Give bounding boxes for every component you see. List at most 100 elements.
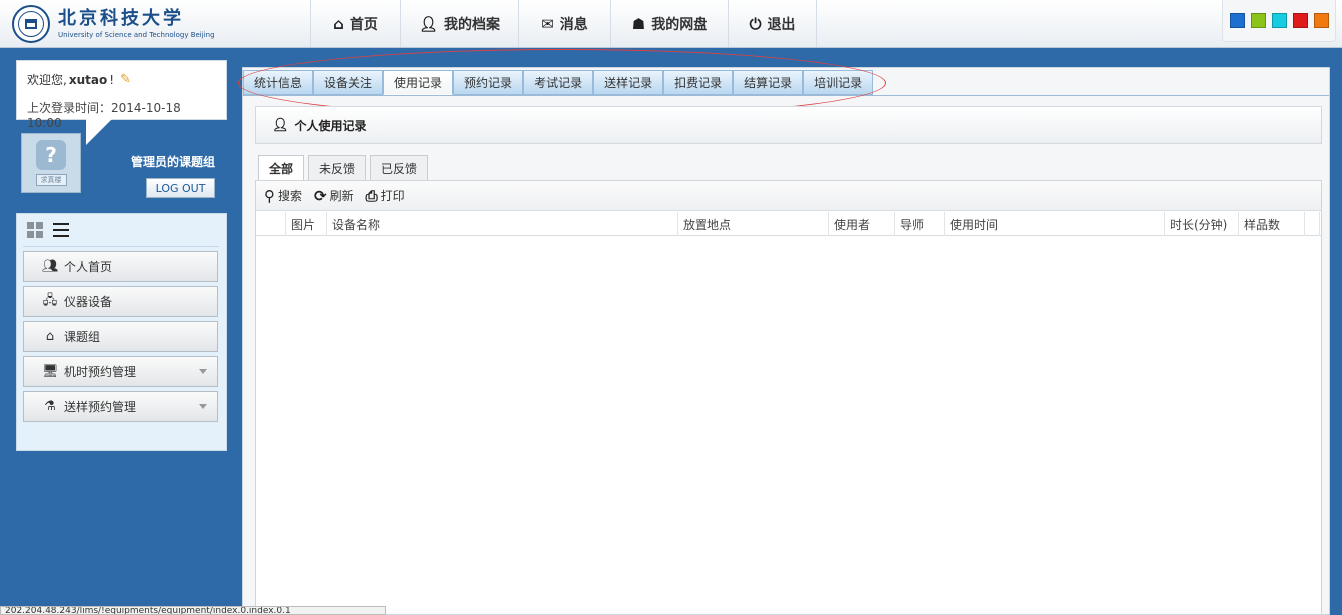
feedback-subtabs: 全部 未反馈 已反馈: [258, 155, 429, 181]
avatar-tag: 求真楼: [35, 174, 67, 186]
column-header-equipment-name[interactable]: 设备名称: [327, 212, 678, 236]
device-user-icon: 🖥︎: [42, 364, 59, 379]
column-header-extra: [1305, 212, 1320, 236]
refresh-button[interactable]: ⟳ 刷新: [314, 187, 354, 205]
grid-view-icon[interactable]: [27, 222, 43, 238]
search-button[interactable]: ⚲ 搜索: [264, 187, 302, 205]
section-header: 👤︎ 个人使用记录: [255, 106, 1322, 144]
record-tabs: 统计信息 设备关注 使用记录 预约记录 考试记录 送样记录 扣费记录 结算记录 …: [243, 70, 874, 95]
main-nav: ⌂ 首页 👤︎ 我的档案 ✉ 消息 ☗ 我的网盘 ⏻ 退出: [310, 0, 817, 47]
user-icon: 👤︎: [272, 117, 289, 133]
welcome-suffix: !: [109, 72, 115, 87]
column-header-select: [256, 212, 286, 236]
nav-messages[interactable]: ✉ 消息: [519, 0, 611, 47]
network-icon: 🖧︎: [42, 292, 58, 308]
cloud-drive-icon: ☗: [631, 14, 646, 33]
welcome-prefix: 欢迎您,: [27, 73, 67, 87]
browser-status-url: 202.204.48.243/lims/!equipments/equipmen…: [0, 606, 386, 615]
sidebar-item-label: 机时预约管理: [64, 365, 137, 379]
sidebar-item-home[interactable]: 👥︎ 个人首页: [23, 251, 218, 282]
users-icon: 👥︎: [42, 259, 59, 274]
nav-messages-label: 消息: [559, 16, 588, 33]
refresh-label: 刷新: [329, 189, 354, 203]
column-header-sample-count[interactable]: 样品数: [1239, 212, 1305, 236]
sidebar-menu: 👥︎ 个人首页 🖧︎ 仪器设备 ⌂ 课题组 🖥︎ 机时预约管理 ⚗︎ 送样预约管…: [16, 213, 227, 451]
chevron-down-icon: [199, 369, 207, 374]
sidebar-item-label: 仪器设备: [64, 295, 113, 309]
theme-swatch-red[interactable]: [1292, 13, 1308, 28]
column-header-duration[interactable]: 时长(分钟): [1165, 212, 1239, 236]
university-seal-icon: [12, 5, 50, 43]
welcome-box: 欢迎您, xutao ! ✎ 上次登录时间：2014-10-18 10:00: [16, 60, 227, 130]
sidebar-item-group[interactable]: ⌂ 课题组: [23, 321, 218, 352]
top-bar: 北京科技大学 University of Science and Technol…: [0, 0, 1342, 48]
university-logo[interactable]: 北京科技大学 University of Science and Technol…: [12, 4, 217, 44]
chevron-down-icon: [199, 404, 207, 409]
menu-divider: [23, 246, 219, 247]
pencil-icon[interactable]: ✎: [120, 72, 131, 87]
column-header-user[interactable]: 使用者: [829, 212, 895, 236]
logo-english-name: University of Science and Technology Bei…: [58, 31, 215, 39]
print-label: 打印: [380, 189, 405, 203]
last-login-time: 上次登录时间：2014-10-18 10:00: [27, 101, 181, 130]
avatar[interactable]: ? 求真楼: [21, 133, 81, 193]
subtab-all[interactable]: 全部: [258, 155, 305, 181]
print-button[interactable]: ⎙ 打印: [366, 187, 405, 205]
tab-exam-records[interactable]: 考试记录: [523, 70, 594, 95]
subtab-no-feedback[interactable]: 未反馈: [308, 155, 367, 181]
nav-profile[interactable]: 👤︎ 我的档案: [401, 0, 519, 47]
tab-strip-line: [243, 95, 1329, 96]
subtab-feedback-given[interactable]: 已反馈: [370, 155, 429, 181]
column-header-image[interactable]: 图片: [286, 212, 327, 236]
sample-user-icon: ⚗︎: [44, 399, 56, 414]
column-header-advisor[interactable]: 导师: [895, 212, 945, 236]
theme-color-picker: [1222, 0, 1336, 42]
table-toolbar: ⚲ 搜索 ⟳ 刷新 ⎙ 打印: [256, 181, 1321, 211]
nav-drive[interactable]: ☗ 我的网盘: [611, 0, 729, 47]
sidebar-item-label: 课题组: [64, 330, 101, 344]
sidebar-item-equipment[interactable]: 🖧︎ 仪器设备: [23, 286, 218, 317]
search-label: 搜索: [278, 189, 303, 203]
theme-swatch-blue[interactable]: [1229, 13, 1245, 28]
tab-training-records[interactable]: 培训记录: [803, 70, 874, 95]
view-toggle: [27, 222, 69, 238]
theme-swatch-cyan[interactable]: [1271, 13, 1287, 28]
home-icon: ⌂: [333, 14, 344, 33]
search-icon: ⚲: [264, 186, 275, 205]
sidebar-item-label: 个人首页: [64, 260, 113, 274]
envelope-icon: ✉: [541, 14, 554, 33]
sidebar-item-label: 送样预约管理: [64, 400, 137, 414]
sidebar-item-booking[interactable]: 🖥︎ 机时预约管理: [23, 356, 218, 387]
list-view-icon[interactable]: [53, 223, 69, 237]
logout-button[interactable]: LOG OUT: [146, 178, 215, 198]
tab-equipment-follow[interactable]: 设备关注: [313, 70, 384, 95]
nav-home-label: 首页: [349, 16, 378, 33]
nav-logout-label: 退出: [767, 16, 796, 33]
theme-swatch-orange[interactable]: [1313, 13, 1329, 28]
nav-drive-label: 我的网盘: [651, 16, 708, 33]
user-icon: 👤︎: [418, 14, 439, 33]
printer-icon: ⎙: [365, 186, 378, 205]
tab-fee-records[interactable]: 扣费记录: [663, 70, 734, 95]
sidebar-item-sample-booking[interactable]: ⚗︎ 送样预约管理: [23, 391, 218, 422]
theme-swatch-green[interactable]: [1250, 13, 1266, 28]
column-header-location[interactable]: 放置地点: [678, 212, 829, 236]
tab-statistics[interactable]: 统计信息: [243, 70, 314, 95]
nav-home[interactable]: ⌂ 首页: [311, 0, 401, 47]
tab-usage-records[interactable]: 使用记录: [383, 70, 454, 95]
tab-settlement-records[interactable]: 结算记录: [733, 70, 804, 95]
records-table: ⚲ 搜索 ⟳ 刷新 ⎙ 打印 图片 设备名称 放置地点 使用者 导师 使用时间 …: [255, 180, 1322, 615]
welcome-bubble-tail: [86, 119, 112, 145]
column-header-usage-time[interactable]: 使用时间: [945, 212, 1165, 236]
placeholder-avatar-icon: ?: [36, 140, 66, 170]
section-title: 个人使用记录: [294, 118, 367, 133]
power-icon: ⏻: [749, 14, 762, 33]
tab-booking-records[interactable]: 预约记录: [453, 70, 524, 95]
nav-profile-label: 我的档案: [444, 16, 501, 33]
refresh-icon: ⟳: [314, 186, 327, 205]
house-icon: ⌂: [45, 329, 55, 344]
group-name[interactable]: 管理员的课题组: [118, 153, 228, 170]
nav-logout[interactable]: ⏻ 退出: [729, 0, 817, 47]
table-header: 图片 设备名称 放置地点 使用者 导师 使用时间 时长(分钟) 样品数: [256, 212, 1321, 236]
tab-sample-records[interactable]: 送样记录: [593, 70, 664, 95]
